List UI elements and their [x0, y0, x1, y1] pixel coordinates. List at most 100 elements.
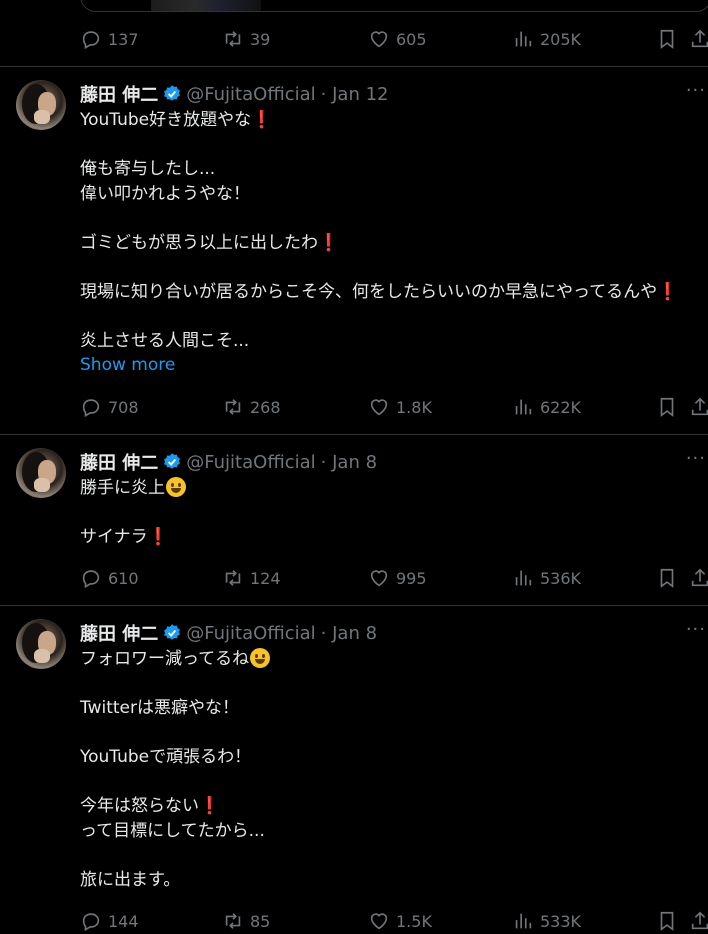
share-button[interactable] [689, 394, 708, 420]
red-exclamation-emoji: ❗ [199, 796, 221, 816]
repost-icon [225, 570, 241, 586]
tweet-line: って目標にしてたから... [80, 820, 265, 841]
like-count: 995 [396, 568, 427, 588]
tweet-line: フォロワー減ってるね [80, 649, 250, 669]
tweet-actions: 144 85 1.5K 533K [80, 908, 708, 934]
reply-button[interactable]: 137 [80, 26, 139, 52]
repost-button[interactable]: 85 [222, 908, 270, 934]
views-button[interactable]: 533K [512, 908, 581, 934]
like-count: 1.8K [396, 397, 432, 417]
repost-button[interactable]: 268 [222, 394, 281, 420]
avatar[interactable] [16, 619, 66, 669]
views-button[interactable]: 536K [512, 565, 581, 591]
reply-button[interactable]: 708 [80, 394, 139, 420]
share-button[interactable] [689, 26, 708, 52]
tweet-line: YouTubeで頑張るわ！ [80, 747, 252, 767]
reply-icon [82, 399, 100, 418]
avatar[interactable] [16, 80, 66, 130]
repost-button[interactable]: 39 [222, 26, 270, 52]
tweet-line: Twitterは悪癖やな！ [80, 698, 239, 718]
share-icon [691, 568, 708, 587]
share-icon [691, 397, 708, 416]
red-exclamation-emoji: ❗ [251, 110, 273, 130]
repost-button[interactable]: 124 [222, 565, 281, 591]
tweet[interactable]: 藤田 伸二 @FujitaOfficial · Jan 12 ··· YouTu… [0, 66, 708, 434]
red-exclamation-emoji: ❗ [318, 232, 340, 253]
handle[interactable]: @FujitaOfficial [186, 623, 315, 644]
handle[interactable]: @FujitaOfficial [186, 452, 315, 473]
red-exclamation-emoji: ❗ [657, 281, 679, 302]
tweet-line: ゴミどもが思う以上に出したわ [80, 232, 318, 253]
more-icon[interactable]: ··· [686, 448, 706, 469]
tweet-date[interactable]: · Jan 8 [321, 452, 377, 473]
handle[interactable]: @FujitaOfficial [186, 84, 315, 105]
bookmark-button[interactable] [656, 26, 678, 52]
media-thumbnail [151, 0, 261, 11]
tweet-line: 旅に出ます。 [80, 869, 181, 890]
tweet-actions: 610 124 995 536K [80, 565, 708, 591]
like-button[interactable]: 995 [368, 565, 427, 591]
like-button[interactable]: 1.5K [368, 908, 432, 934]
tweet-header: 藤田 伸二 @FujitaOfficial · Jan 8 [80, 449, 377, 475]
tweet-line: 現場に知り合いが居るからこそ今、何をしたらいいのか早急にやってるんや [80, 281, 658, 302]
bookmark-button[interactable] [656, 394, 678, 420]
more-icon[interactable]: ··· [686, 80, 706, 101]
views-icon [515, 31, 532, 47]
views-icon [515, 570, 532, 586]
tweet-date[interactable]: · Jan 12 [321, 84, 389, 105]
tweet-text: 勝手に炎上 サイナラ❗ [80, 476, 700, 550]
repost-count: 39 [250, 29, 271, 49]
avatar[interactable] [16, 448, 66, 498]
display-name[interactable]: 藤田 伸二 [80, 81, 158, 107]
tweet-text: YouTube好き放題やな❗ 俺も寄与したし... 偉い叩かれようやな！ ゴミど… [80, 108, 700, 378]
tweet-actions: 137 39 605 205K [80, 26, 708, 52]
tweet-header: 藤田 伸二 @FujitaOfficial · Jan 8 [80, 620, 377, 646]
bookmark-button[interactable] [656, 908, 678, 934]
tweet[interactable]: 藤田 伸二 @FujitaOfficial · Jan 8 ··· フォロワー減… [0, 605, 708, 932]
reply-button[interactable]: 144 [80, 908, 139, 934]
views-button[interactable]: 622K [512, 394, 581, 420]
repost-count: 268 [250, 397, 281, 417]
tweet-line: 俺も寄与したし... [80, 159, 216, 179]
repost-count: 124 [250, 568, 281, 588]
views-icon [515, 913, 532, 929]
media-card[interactable] [80, 0, 708, 12]
show-more-link[interactable]: Show more [80, 353, 700, 378]
share-button[interactable] [689, 908, 708, 934]
bookmark-icon [660, 397, 674, 417]
smiley-emoji [250, 648, 271, 668]
tweet-line: 炎上させる人間こそ... [80, 330, 250, 351]
display-name[interactable]: 藤田 伸二 [80, 449, 158, 475]
more-icon[interactable]: ··· [686, 619, 706, 640]
like-icon [370, 399, 388, 416]
reply-count: 610 [108, 568, 139, 588]
views-count: 536K [540, 568, 582, 588]
tweet-line: YouTube好き放題やな [80, 110, 252, 130]
bookmark-button[interactable] [656, 565, 678, 591]
reply-icon [82, 913, 100, 932]
like-icon [370, 570, 388, 587]
reply-icon [82, 570, 100, 589]
verified-badge-icon [164, 453, 181, 469]
repost-icon [225, 31, 241, 47]
bookmark-icon [660, 29, 674, 49]
bookmark-icon [660, 568, 674, 588]
like-icon [370, 31, 388, 48]
repost-icon [225, 399, 241, 415]
tweet-date[interactable]: · Jan 8 [321, 623, 377, 644]
like-button[interactable]: 1.8K [368, 394, 432, 420]
share-button[interactable] [689, 565, 708, 591]
views-count: 622K [540, 397, 582, 417]
reply-count: 137 [108, 29, 139, 49]
display-name[interactable]: 藤田 伸二 [80, 620, 158, 646]
tweet-line: サイナラ [80, 527, 148, 547]
tweet-actions: 708 268 1.8K 622K [80, 394, 708, 420]
reply-icon [82, 31, 100, 50]
reply-button[interactable]: 610 [80, 565, 139, 591]
tweet-line: 勝手に炎上 [80, 478, 165, 498]
like-button[interactable]: 605 [368, 26, 427, 52]
views-button[interactable]: 205K [512, 26, 581, 52]
tweet[interactable]: 藤田 伸二 @FujitaOfficial · Jan 8 ··· 勝手に炎上 … [0, 434, 708, 606]
tweet-line: 偉い叩かれようやな！ [80, 183, 250, 204]
tweet-text: フォロワー減ってるね Twitterは悪癖やな！ YouTubeで頑張るわ！ 今… [80, 647, 700, 892]
